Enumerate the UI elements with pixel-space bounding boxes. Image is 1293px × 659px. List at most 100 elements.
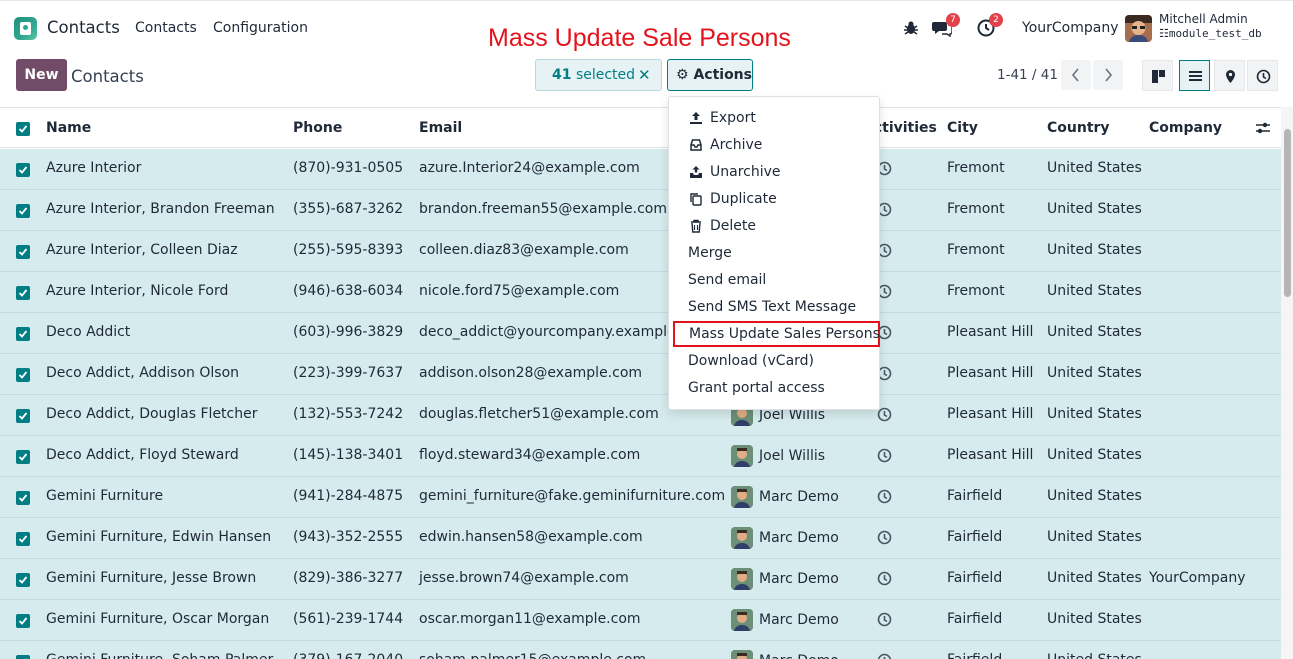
row-checkbox[interactable] — [16, 204, 30, 218]
row-checkbox[interactable] — [16, 614, 30, 628]
column-name[interactable]: Name — [46, 120, 91, 136]
row-checkbox[interactable] — [16, 368, 30, 382]
table-row[interactable]: Gemini Furniture(941)-284-4875gemini_fur… — [0, 477, 1281, 518]
column-phone[interactable]: Phone — [293, 120, 342, 136]
cell-city: Fremont — [947, 242, 1005, 258]
action-mass-update-sales-persons[interactable]: Mass Update Sales Persons — [673, 321, 880, 347]
row-checkbox[interactable] — [16, 532, 30, 546]
action-archive[interactable]: Archive — [669, 132, 879, 158]
optional-columns-icon[interactable] — [1255, 121, 1271, 139]
row-checkbox[interactable] — [16, 450, 30, 464]
activity-view-button[interactable] — [1247, 60, 1278, 91]
table-row[interactable]: Gemini Furniture, Soham Palmer(379)-167-… — [0, 641, 1281, 659]
activity-clock-icon[interactable] — [877, 653, 892, 659]
table-row[interactable]: Gemini Furniture, Edwin Hansen(943)-352-… — [0, 518, 1281, 559]
cell-city: Fremont — [947, 160, 1005, 176]
action-label: Duplicate — [710, 191, 777, 207]
action-send-sms-text-message[interactable]: Send SMS Text Message — [669, 294, 879, 320]
column-country[interactable]: Country — [1047, 120, 1110, 136]
clear-selection-icon[interactable]: ✕ — [638, 60, 651, 90]
cell-city: Fairfield — [947, 652, 1002, 659]
row-checkbox[interactable] — [16, 245, 30, 259]
action-label: Archive — [710, 137, 762, 153]
table-row[interactable]: Azure Interior, Nicole Ford(946)-638-603… — [0, 272, 1281, 313]
action-label: Mass Update Sales Persons — [689, 326, 880, 342]
activity-clock-icon[interactable] — [877, 448, 892, 467]
list-view-button[interactable] — [1179, 60, 1210, 91]
bug-icon[interactable] — [902, 19, 922, 39]
table-row[interactable]: Deco Addict, Addison Olson(223)-399-7637… — [0, 354, 1281, 395]
app-name[interactable]: Contacts — [47, 18, 120, 37]
menu-configuration[interactable]: Configuration — [213, 20, 308, 36]
selected-records-chip[interactable]: 41 selected ✕ — [535, 59, 662, 91]
column-company[interactable]: Company — [1149, 120, 1222, 136]
action-unarchive[interactable]: Unarchive — [669, 159, 879, 185]
salesperson-avatar — [731, 527, 753, 549]
cell-name: Gemini Furniture, Jesse Brown — [46, 570, 256, 586]
row-checkbox[interactable] — [16, 286, 30, 300]
menu-contacts[interactable]: Contacts — [135, 20, 197, 36]
action-export[interactable]: Export — [669, 105, 879, 131]
chat-icon[interactable]: 7 — [932, 19, 952, 39]
activity-clock-icon[interactable] — [877, 571, 892, 590]
map-view-button[interactable] — [1214, 60, 1245, 91]
activity-clock-icon[interactable] — [877, 612, 892, 631]
action-duplicate[interactable]: Duplicate — [669, 186, 879, 212]
archive-icon — [689, 138, 704, 153]
table-row[interactable]: Deco Addict(603)-996-3829deco_addict@you… — [0, 313, 1281, 354]
action-download-vcard[interactable]: Download (vCard) — [669, 348, 879, 374]
user-name[interactable]: Mitchell Admin — [1159, 12, 1248, 26]
row-checkbox[interactable] — [16, 163, 30, 177]
activity-clock-icon[interactable] — [877, 489, 892, 508]
action-delete[interactable]: Delete — [669, 213, 879, 239]
row-checkbox[interactable] — [16, 327, 30, 341]
cell-email: brandon.freeman55@example.com — [419, 201, 667, 217]
salesperson-avatar — [731, 609, 753, 631]
row-checkbox[interactable] — [16, 655, 30, 659]
cell-salesperson: Marc Demo — [759, 530, 839, 546]
table-row[interactable]: Azure Interior, Colleen Diaz(255)-595-83… — [0, 231, 1281, 272]
row-checkbox[interactable] — [16, 573, 30, 587]
table-row[interactable]: Azure Interior(870)-931-0505azure.Interi… — [0, 149, 1281, 190]
cell-phone: (145)-138-3401 — [293, 447, 403, 463]
cell-company: YourCompany — [1149, 570, 1246, 586]
trash-icon — [689, 219, 704, 234]
user-avatar[interactable] — [1125, 15, 1152, 42]
cell-name: Deco Addict — [46, 324, 130, 340]
activity-clock-icon[interactable] — [877, 407, 892, 426]
table-row[interactable]: Deco Addict, Floyd Steward(145)-138-3401… — [0, 436, 1281, 477]
actions-button[interactable]: ⚙ Actions — [667, 59, 753, 91]
scrollbar-thumb[interactable] — [1284, 129, 1291, 297]
table-row[interactable]: Azure Interior, Brandon Freeman(355)-687… — [0, 190, 1281, 231]
kanban-view-button[interactable] — [1142, 60, 1173, 91]
clock-icon[interactable]: 2 — [977, 19, 997, 39]
table-row[interactable]: Gemini Furniture, Oscar Morgan(561)-239-… — [0, 600, 1281, 641]
row-checkbox[interactable] — [16, 409, 30, 423]
column-city[interactable]: City — [947, 120, 978, 136]
cell-salesperson: Marc Demo — [759, 489, 839, 505]
cell-email: colleen.diaz83@example.com — [419, 242, 629, 258]
cell-email: edwin.hansen58@example.com — [419, 529, 643, 545]
cell-country: United States — [1047, 283, 1142, 299]
column-email[interactable]: Email — [419, 120, 462, 136]
activity-clock-icon[interactable] — [877, 530, 892, 549]
action-grant-portal-access[interactable]: Grant portal access — [669, 375, 879, 401]
cell-salesperson: Marc Demo — [759, 571, 839, 587]
table-row[interactable]: Deco Addict, Douglas Fletcher(132)-553-7… — [0, 395, 1281, 436]
contacts-app-icon[interactable] — [14, 17, 37, 40]
row-checkbox[interactable] — [16, 491, 30, 505]
new-button[interactable]: New — [16, 59, 67, 91]
pager-value[interactable]: 1-41 / 41 — [997, 67, 1058, 83]
cell-salesperson: Marc Demo — [759, 612, 839, 628]
action-label: Delete — [710, 218, 756, 234]
pager-next-button[interactable] — [1093, 60, 1123, 90]
cell-email: jesse.brown74@example.com — [419, 570, 629, 586]
select-all-checkbox[interactable] — [16, 122, 30, 136]
database-name: ☷module_test_db — [1159, 27, 1262, 40]
pager-previous-button[interactable] — [1061, 60, 1091, 90]
action-send-email[interactable]: Send email — [669, 267, 879, 293]
action-merge[interactable]: Merge — [669, 240, 879, 266]
company-switcher[interactable]: YourCompany — [1022, 20, 1119, 36]
table-row[interactable]: Gemini Furniture, Jesse Brown(829)-386-3… — [0, 559, 1281, 600]
cell-country: United States — [1047, 611, 1142, 627]
